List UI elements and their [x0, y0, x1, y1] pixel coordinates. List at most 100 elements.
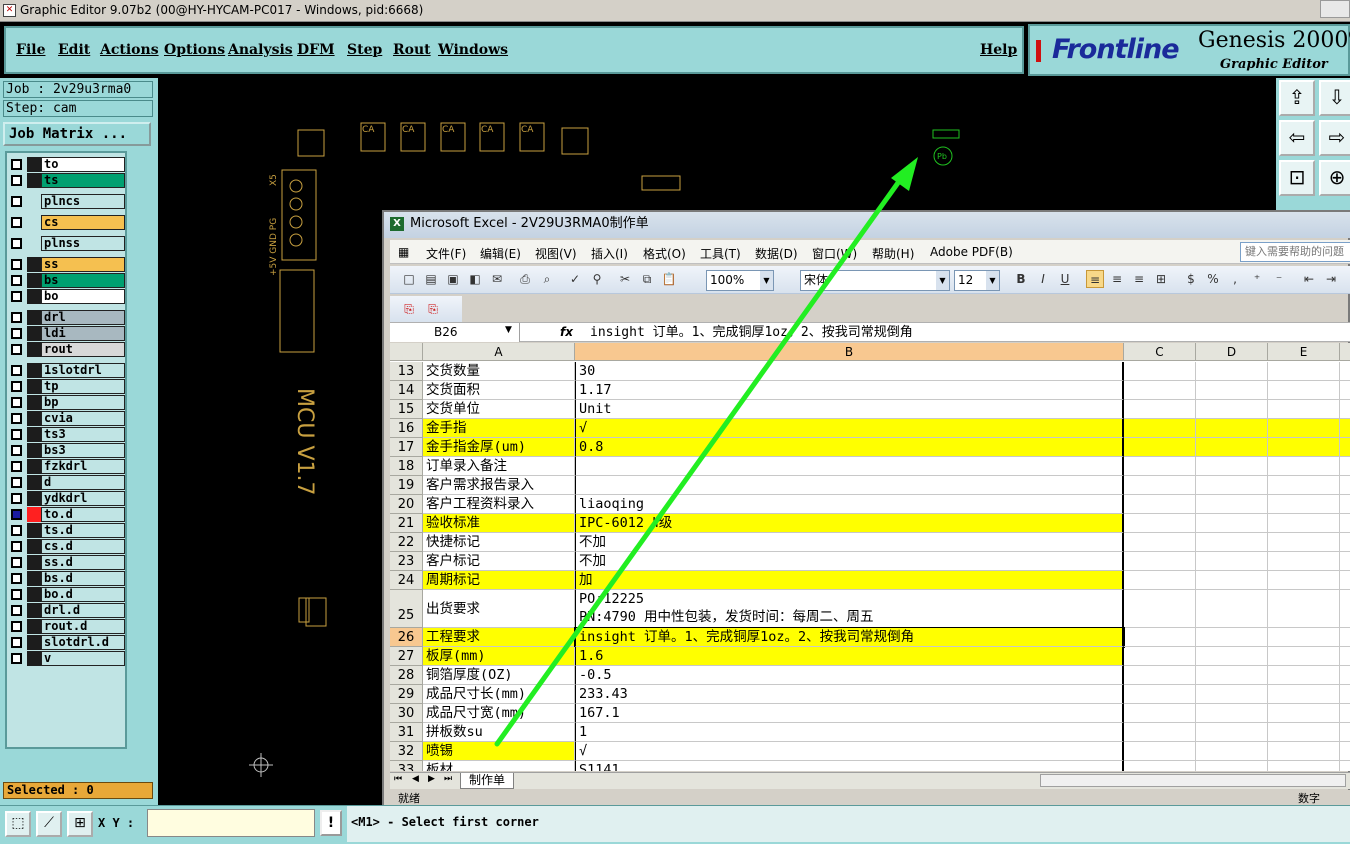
- layer-checkbox[interactable]: [11, 328, 22, 339]
- layer-name[interactable]: cs.d: [41, 539, 125, 554]
- cell-empty[interactable]: [1268, 457, 1340, 476]
- cell-empty[interactable]: [1196, 742, 1268, 761]
- row-header[interactable]: 20: [390, 495, 423, 514]
- merge-center-icon[interactable]: ⊞: [1152, 270, 1170, 288]
- excel-help-search[interactable]: 键入需要帮助的问题: [1240, 242, 1350, 262]
- menu-step[interactable]: Step: [347, 42, 382, 58]
- cell-a[interactable]: 订单录入备注: [423, 457, 575, 476]
- layer-row[interactable]: drl.d: [9, 603, 125, 618]
- layer-checkbox[interactable]: [11, 175, 22, 186]
- layer-swatch[interactable]: [27, 571, 41, 586]
- cell-a[interactable]: 出货要求: [423, 590, 575, 628]
- cell-empty[interactable]: [1124, 742, 1196, 761]
- layer-name[interactable]: fzkdrl: [41, 459, 125, 474]
- layer-checkbox[interactable]: [11, 217, 22, 228]
- layer-checkbox[interactable]: [11, 312, 22, 323]
- row-header[interactable]: 22: [390, 533, 423, 552]
- cell-empty[interactable]: [1268, 723, 1340, 742]
- menu-analysis[interactable]: Analysis: [228, 42, 293, 58]
- row-header[interactable]: 30: [390, 704, 423, 723]
- cell-empty[interactable]: [1124, 362, 1196, 381]
- menu-dfm[interactable]: DFM: [297, 42, 335, 58]
- layer-name[interactable]: ts.d: [41, 523, 125, 538]
- layer-name[interactable]: bs3: [41, 443, 125, 458]
- row-header[interactable]: 24: [390, 571, 423, 590]
- row-header[interactable]: 18: [390, 457, 423, 476]
- cell-b[interactable]: -0.5: [575, 666, 1124, 685]
- layer-checkbox[interactable]: [11, 477, 22, 488]
- layer-row[interactable]: plnss: [9, 236, 125, 251]
- cell-empty[interactable]: [1340, 723, 1350, 742]
- bold-icon[interactable]: B: [1012, 270, 1030, 288]
- cell-empty[interactable]: [1340, 742, 1350, 761]
- cell-empty[interactable]: [1268, 362, 1340, 381]
- layer-swatch[interactable]: [27, 395, 41, 410]
- menu-options[interactable]: Options: [164, 42, 225, 58]
- cell-b[interactable]: 233.43: [575, 685, 1124, 704]
- layer-checkbox[interactable]: [11, 541, 22, 552]
- layer-name[interactable]: ss.d: [41, 555, 125, 570]
- cell-empty[interactable]: [1340, 400, 1350, 419]
- cell-a[interactable]: 交货单位: [423, 400, 575, 419]
- cell-empty[interactable]: [1268, 552, 1340, 571]
- cell-empty[interactable]: [1340, 362, 1350, 381]
- layer-checkbox[interactable]: [11, 381, 22, 392]
- cell-empty[interactable]: [1340, 761, 1350, 771]
- open-icon[interactable]: ▤: [422, 270, 440, 288]
- cell-empty[interactable]: [1196, 552, 1268, 571]
- cell-empty[interactable]: [1340, 704, 1350, 723]
- align-right-icon[interactable]: ≡: [1130, 270, 1148, 288]
- cell-empty[interactable]: [1340, 647, 1350, 666]
- layer-checkbox[interactable]: [11, 445, 22, 456]
- cell-b[interactable]: insight 订单。1、完成铜厚1oz。2、按我司常规倒角: [574, 627, 1125, 648]
- decrease-decimal-icon[interactable]: ⁻: [1270, 270, 1288, 288]
- sheet-nav-prev-icon[interactable]: ◀: [412, 774, 419, 784]
- layer-row[interactable]: d: [9, 475, 125, 490]
- minimize-button[interactable]: [1320, 0, 1350, 18]
- cell-empty[interactable]: [1124, 704, 1196, 723]
- sheet-tab[interactable]: 制作单: [460, 773, 515, 789]
- cell-empty[interactable]: [1340, 571, 1350, 590]
- new-icon[interactable]: □: [400, 270, 418, 288]
- cell-empty[interactable]: [1124, 647, 1196, 666]
- cell-empty[interactable]: [1196, 495, 1268, 514]
- row-header[interactable]: 19: [390, 476, 423, 495]
- layer-swatch[interactable]: [27, 363, 41, 378]
- row-header[interactable]: 13: [390, 362, 423, 381]
- layer-name[interactable]: 1slotdrl: [41, 363, 125, 378]
- spelling-icon[interactable]: ✓: [566, 270, 584, 288]
- percent-icon[interactable]: %: [1204, 270, 1222, 288]
- cell-empty[interactable]: [1268, 628, 1340, 647]
- layer-row[interactable]: drl: [9, 310, 125, 325]
- layer-swatch[interactable]: [27, 491, 41, 506]
- snap-grid-icon[interactable]: ⊞: [67, 811, 93, 837]
- excel-menu-window[interactable]: 窗口(W): [812, 245, 857, 262]
- row-header[interactable]: 26: [390, 628, 423, 647]
- menu-edit[interactable]: Edit: [58, 42, 90, 58]
- cell-empty[interactable]: [1196, 628, 1268, 647]
- layer-name[interactable]: bo.d: [41, 587, 125, 602]
- column-header[interactable]: D: [1196, 343, 1268, 361]
- row-header[interactable]: 17: [390, 438, 423, 457]
- layer-checkbox[interactable]: [11, 413, 22, 424]
- layer-checkbox[interactable]: [11, 509, 22, 520]
- cell-b[interactable]: 1.17: [575, 381, 1124, 400]
- layer-name[interactable]: ldi: [41, 326, 125, 341]
- alert-button[interactable]: !: [320, 810, 342, 836]
- cell-empty[interactable]: [1268, 533, 1340, 552]
- underline-icon[interactable]: U: [1056, 270, 1074, 288]
- cell-empty[interactable]: [1340, 381, 1350, 400]
- layer-swatch[interactable]: [27, 157, 41, 172]
- layer-row[interactable]: cvia: [9, 411, 125, 426]
- cell-empty[interactable]: [1268, 495, 1340, 514]
- cell-a[interactable]: 拼板数su: [423, 723, 575, 742]
- layer-swatch[interactable]: [27, 603, 41, 618]
- layer-name[interactable]: bs.d: [41, 571, 125, 586]
- layer-checkbox[interactable]: [11, 344, 22, 355]
- cell-empty[interactable]: [1268, 761, 1340, 771]
- cell-b[interactable]: IPC-6012 Ⅱ级: [575, 514, 1124, 533]
- layer-name[interactable]: ts3: [41, 427, 125, 442]
- cell-empty[interactable]: [1268, 381, 1340, 400]
- cell-a[interactable]: 工程要求: [423, 628, 575, 647]
- cell-empty[interactable]: [1196, 438, 1268, 457]
